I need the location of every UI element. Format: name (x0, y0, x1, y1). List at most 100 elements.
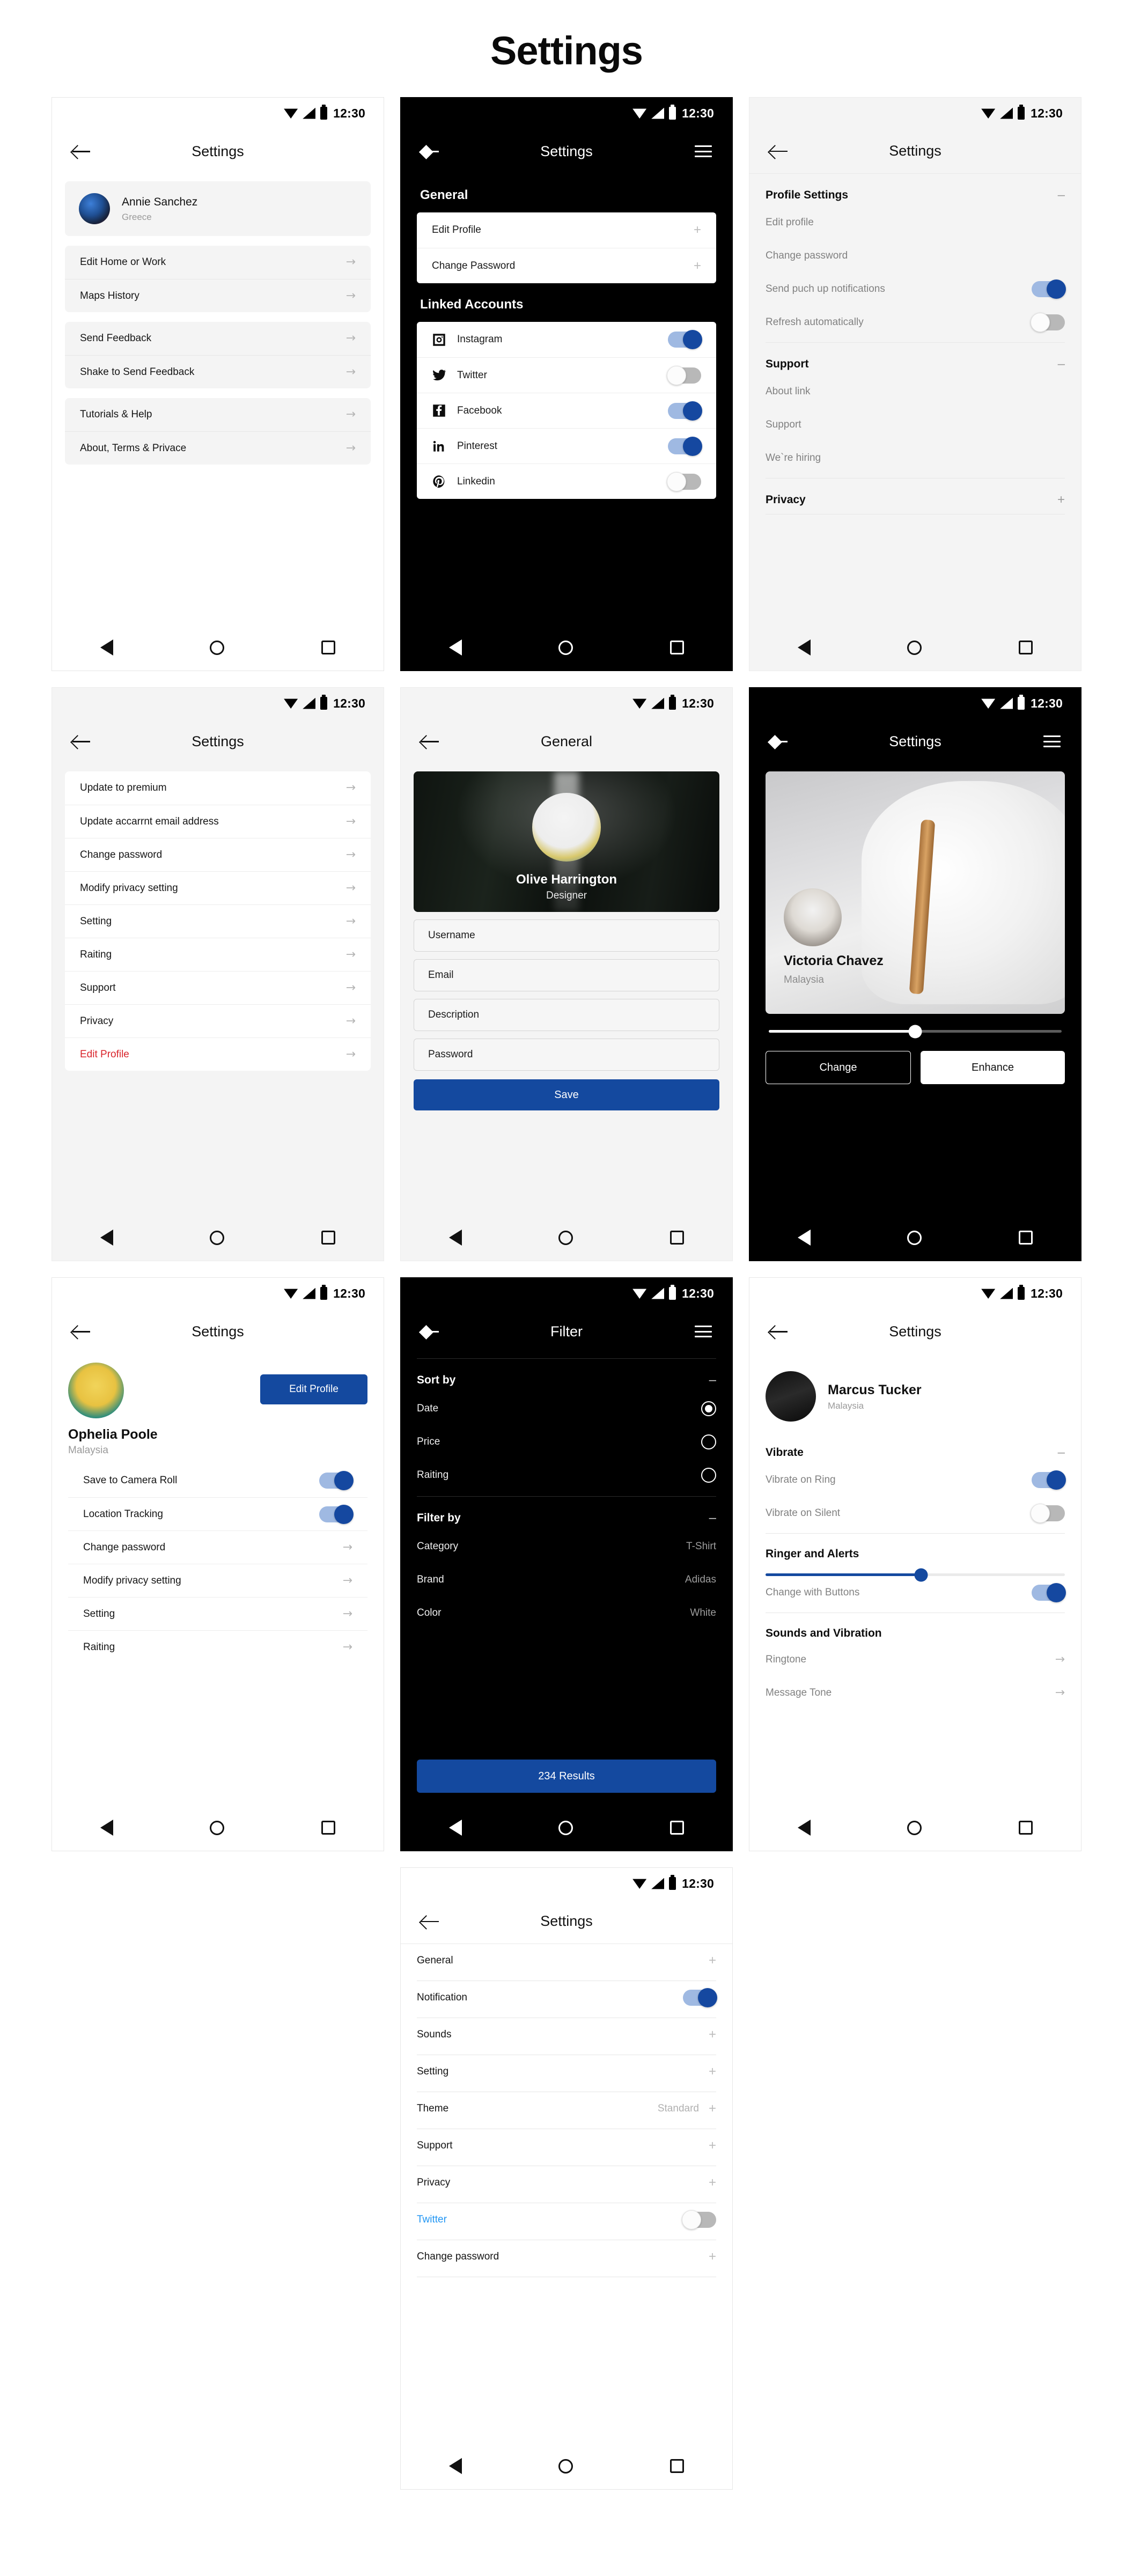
email-field[interactable]: Email (414, 959, 719, 991)
list-item[interactable]: Update accarrnt email address → (65, 805, 371, 838)
list-item-facebook[interactable]: Facebook (417, 393, 716, 428)
nav-home-icon[interactable] (907, 640, 922, 655)
section-privacy[interactable]: Privacy + (766, 479, 1065, 511)
list-item[interactable]: Setting → (65, 904, 371, 938)
list-item-setting[interactable]: Setting → (68, 1597, 367, 1630)
toggle-refresh-automatically[interactable] (1031, 313, 1065, 332)
description-field[interactable]: Description (414, 999, 719, 1031)
section-sort-by[interactable]: Sort by – (417, 1359, 716, 1392)
nav-back-icon[interactable] (798, 1230, 811, 1246)
nav-home-icon[interactable] (907, 1230, 922, 1245)
nav-back-icon[interactable] (100, 1230, 114, 1246)
back-arrow-icon[interactable] (770, 144, 788, 159)
back-arrow-icon[interactable] (421, 1324, 439, 1339)
slider-thumb[interactable] (914, 1568, 928, 1581)
list-item-edit-profile[interactable]: Edit Profile → (65, 1037, 371, 1071)
list-item-modify-privacy[interactable]: Modify privacy setting → (68, 1564, 367, 1597)
back-arrow-icon[interactable] (421, 144, 439, 159)
list-item[interactable]: Send Feedback → (65, 322, 371, 355)
sort-option-price[interactable]: Price (417, 1425, 716, 1459)
nav-recents-icon[interactable] (1018, 1821, 1033, 1835)
list-item-setting[interactable]: Setting + (417, 2055, 716, 2088)
toggle-location-tracking[interactable] (319, 1504, 354, 1524)
toggle-vibrate-on-silent[interactable] (1031, 1504, 1065, 1523)
nav-recents-icon[interactable] (670, 1231, 684, 1245)
nav-back-icon[interactable] (100, 1820, 114, 1836)
nav-home-icon[interactable] (210, 1820, 225, 1835)
list-item-twitter[interactable]: Twitter (417, 2203, 716, 2236)
list-item-edit-profile[interactable]: Edit profile (766, 206, 1065, 239)
list-item-change-password[interactable]: Change password (766, 239, 1065, 273)
nav-home-icon[interactable] (558, 640, 573, 655)
filter-row-color[interactable]: Color White (417, 1596, 716, 1630)
list-item-twitter[interactable]: Twitter (417, 357, 716, 393)
nav-recents-icon[interactable] (321, 1231, 335, 1245)
list-item-vibrate-on-silent[interactable]: Vibrate on Silent (766, 1497, 1065, 1530)
profile-card[interactable]: Annie Sanchez Greece (65, 181, 371, 236)
toggle-twitter[interactable] (682, 2210, 716, 2229)
list-item-support[interactable]: Support + (417, 2129, 716, 2162)
nav-home-icon[interactable] (558, 1820, 573, 1835)
list-item-general[interactable]: General + (417, 1944, 716, 1977)
back-arrow-icon[interactable] (421, 734, 439, 749)
nav-recents-icon[interactable] (670, 641, 684, 654)
photo-preview[interactable]: Victoria Chavez Malaysia (766, 771, 1065, 1014)
filter-row-brand[interactable]: Brand Adidas (417, 1563, 716, 1596)
nav-back-icon[interactable] (449, 1230, 462, 1246)
ringer-volume-slider[interactable] (766, 1568, 1065, 1581)
results-button[interactable]: 234 Results (417, 1760, 716, 1793)
list-item-refresh-automatically[interactable]: Refresh automatically (766, 306, 1065, 339)
radio-price[interactable] (701, 1434, 716, 1449)
section-support[interactable]: Support – (766, 343, 1065, 375)
list-item[interactable]: About, Terms & Privace → (65, 431, 371, 465)
nav-home-icon[interactable] (210, 640, 225, 655)
toggle-twitter[interactable] (667, 365, 701, 385)
list-item-ringtone[interactable]: Ringtone → (766, 1643, 1065, 1676)
list-item-sounds[interactable]: Sounds + (417, 2018, 716, 2051)
toggle-facebook[interactable] (668, 401, 702, 421)
list-item[interactable]: Tutorials & Help → (65, 398, 371, 431)
list-item-vibrate-on-ring[interactable]: Vibrate on Ring (766, 1463, 1066, 1497)
list-item-privacy[interactable]: Privacy + (417, 2166, 716, 2199)
list-item-change-password[interactable]: Change password + (417, 2240, 716, 2273)
nav-home-icon[interactable] (558, 1230, 573, 1245)
nav-recents-icon[interactable] (1018, 1231, 1033, 1245)
nav-recents-icon[interactable] (1018, 641, 1033, 654)
back-arrow-icon[interactable] (421, 1914, 439, 1929)
save-button[interactable]: Save (414, 1079, 719, 1110)
slider-thumb[interactable] (908, 1025, 922, 1038)
toggle-save-camera-roll[interactable] (319, 1471, 354, 1490)
list-item[interactable]: Modify privacy setting → (65, 871, 371, 904)
list-item-about-link[interactable]: About link (766, 375, 1065, 408)
nav-recents-icon[interactable] (670, 1821, 684, 1835)
list-item[interactable]: Update to premium → (65, 771, 371, 805)
list-item-save-camera-roll[interactable]: Save to Camera Roll (68, 1464, 367, 1497)
username-field[interactable]: Username (414, 919, 719, 952)
toggle-vibrate-on-ring[interactable] (1032, 1470, 1066, 1490)
list-item-change-password[interactable]: Change Password + (417, 248, 716, 283)
nav-home-icon[interactable] (907, 1820, 922, 1835)
toggle-notification[interactable] (683, 1988, 717, 2007)
list-item-location-tracking[interactable]: Location Tracking (68, 1497, 367, 1530)
list-item-edit-profile[interactable]: Edit Profile + (417, 212, 716, 248)
radio-date[interactable] (701, 1401, 716, 1416)
edit-profile-button[interactable]: Edit Profile (260, 1374, 367, 1404)
password-field[interactable]: Password (414, 1039, 719, 1071)
sort-option-raiting[interactable]: Raiting (417, 1459, 716, 1492)
toggle-instagram[interactable] (668, 330, 702, 349)
photo-adjust-slider[interactable] (769, 1025, 1062, 1038)
back-arrow-icon[interactable] (72, 734, 91, 749)
nav-back-icon[interactable] (449, 1820, 462, 1836)
filter-row-category[interactable]: Category T-Shirt (417, 1530, 716, 1563)
nav-back-icon[interactable] (798, 639, 811, 656)
list-item-support[interactable]: Support (766, 408, 1065, 441)
list-item-pinterest[interactable]: Pinterest (417, 428, 716, 463)
list-item-change-with-buttons[interactable]: Change with Buttons (766, 1576, 1066, 1609)
back-arrow-icon[interactable] (72, 1324, 91, 1339)
back-arrow-icon[interactable] (72, 144, 91, 159)
list-item[interactable]: Support → (65, 971, 371, 1004)
sort-option-date[interactable]: Date (417, 1392, 716, 1425)
list-item[interactable]: Privacy → (65, 1004, 371, 1037)
list-item[interactable]: Maps History → (65, 279, 371, 312)
list-item[interactable]: Change password → (65, 838, 371, 871)
